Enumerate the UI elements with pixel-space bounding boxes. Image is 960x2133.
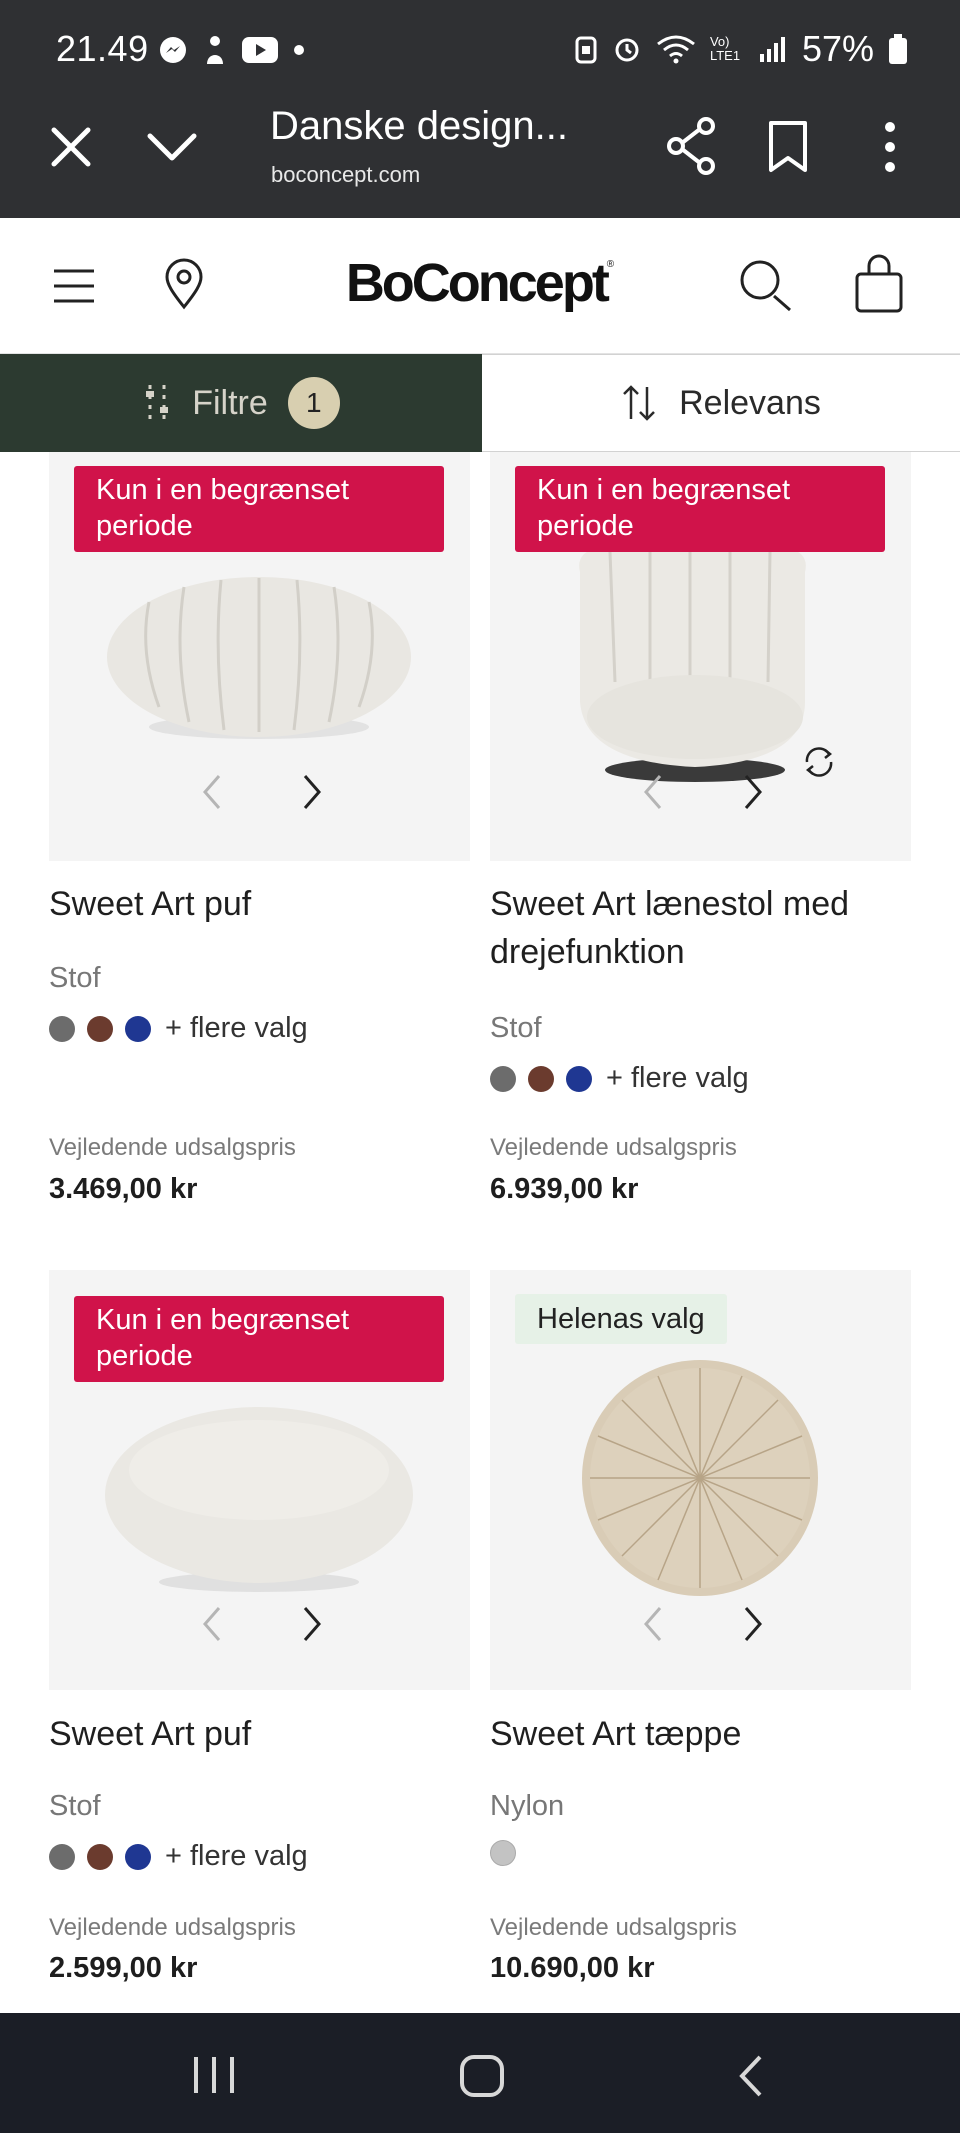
product-material: Stof (49, 1790, 101, 1822)
messenger-icon (160, 37, 186, 63)
carousel-prev-icon[interactable] (197, 1602, 227, 1646)
product-price: 10.690,00 kr (490, 1952, 655, 1984)
badge-limited: Kun i en begrænset periode (515, 466, 885, 552)
carousel-prev-icon[interactable] (197, 770, 227, 814)
page-title[interactable]: Danske design... (270, 104, 568, 149)
status-time: 21.49 (56, 28, 149, 69)
more-options-label[interactable]: + flere valg (165, 1012, 308, 1045)
sort-button[interactable]: Relevans (482, 354, 960, 452)
product-image[interactable]: Kun i en begrænset periode (49, 452, 470, 861)
search-icon[interactable] (738, 258, 794, 314)
carousel-next-icon[interactable] (738, 770, 768, 814)
product-image[interactable]: Kun i en begrænset periode (490, 452, 911, 861)
filter-button[interactable]: Filtre 1 (0, 354, 482, 452)
brand-logo-text: BoConcept (345, 253, 610, 313)
wifi-icon (657, 35, 695, 64)
swatch-brown[interactable] (87, 1015, 113, 1042)
brand-logo[interactable]: BoConcept® (0, 252, 960, 314)
carousel-next-icon[interactable] (297, 1602, 327, 1646)
site-header: BoConcept® (0, 218, 960, 354)
swatch-grey[interactable] (49, 1015, 75, 1042)
product-image[interactable]: Helenas valg (490, 1270, 911, 1690)
rotate-360-icon[interactable] (801, 744, 837, 780)
carousel-next-icon[interactable] (738, 1602, 768, 1646)
price-label: Vejledende udsalgspris (49, 1914, 296, 1941)
product-price: 3.469,00 kr (49, 1173, 198, 1205)
network-label: Vo) LTE1 (709, 34, 741, 63)
product-name[interactable]: Sweet Art lænestol med drejefunktion (490, 880, 911, 976)
swatch-brown[interactable] (528, 1065, 554, 1092)
tracking-app-icon (207, 36, 223, 64)
product-material: Stof (49, 962, 101, 994)
product-image[interactable]: Kun i en begrænset periode (49, 1270, 470, 1690)
shopping-bag-icon[interactable] (854, 254, 904, 314)
swatch-grey[interactable] (490, 1065, 516, 1092)
status-bar: 21.49 Vo) LTE1 57% (0, 0, 960, 100)
browser-toolbar: Danske design... boconcept.com (0, 100, 960, 218)
filter-sliders-icon (146, 385, 169, 421)
badge-editors-pick: Helenas valg (515, 1294, 727, 1344)
share-icon[interactable] (664, 116, 718, 176)
color-swatches[interactable]: + flere valg (490, 1062, 749, 1095)
chevron-down-icon[interactable] (144, 122, 200, 172)
swatch-blue[interactable] (125, 1843, 151, 1870)
filter-label: Filtre (192, 383, 268, 422)
alarm-icon (615, 38, 639, 62)
system-nav-bar (0, 2013, 960, 2133)
back-icon[interactable] (736, 2053, 766, 2099)
battery-percent: 57% (801, 28, 874, 69)
swatch-light-grey[interactable] (490, 1840, 516, 1866)
product-name[interactable]: Sweet Art puf (49, 1710, 251, 1758)
more-options-label[interactable]: + flere valg (606, 1062, 749, 1095)
lock-battery-icon (575, 36, 597, 64)
price-label: Vejledende udsalgspris (490, 1914, 737, 1941)
recent-apps-icon[interactable] (190, 2055, 238, 2095)
bookmark-icon[interactable] (766, 120, 810, 174)
sort-label: Relevans (679, 383, 821, 422)
carousel-prev-icon[interactable] (638, 1602, 668, 1646)
filter-count-badge: 1 (287, 377, 340, 429)
color-swatches[interactable]: + flere valg (49, 1840, 308, 1873)
product-price: 2.599,00 kr (49, 1952, 198, 1984)
product-price: 6.939,00 kr (490, 1173, 639, 1205)
battery-icon (889, 34, 907, 64)
product-material: Stof (490, 1012, 542, 1044)
product-name[interactable]: Sweet Art puf (49, 880, 251, 928)
home-icon[interactable] (458, 2053, 506, 2099)
price-label: Vejledende udsalgspris (490, 1134, 737, 1161)
notification-icons (158, 34, 306, 66)
filter-sort-bar: Filtre 1 Relevans (0, 354, 960, 452)
price-label: Vejledende udsalgspris (49, 1134, 296, 1161)
system-icons: Vo) LTE1 57% (574, 28, 908, 70)
product-name[interactable]: Sweet Art tæppe (490, 1710, 741, 1758)
swatch-brown[interactable] (87, 1843, 113, 1870)
badge-limited: Kun i en begrænset periode (74, 1296, 444, 1382)
product-material: Nylon (490, 1790, 565, 1822)
youtube-icon (242, 37, 278, 63)
carousel-prev-icon[interactable] (638, 770, 668, 814)
badge-limited: Kun i en begrænset periode (74, 466, 444, 552)
close-icon[interactable] (46, 122, 96, 172)
signal-icon (759, 37, 785, 62)
dot-icon (294, 45, 304, 55)
color-swatches[interactable]: + flere valg (49, 1012, 308, 1045)
page-url[interactable]: boconcept.com (271, 162, 420, 188)
more-options-icon[interactable] (876, 120, 904, 174)
sort-arrows-icon (623, 385, 656, 421)
swatch-blue[interactable] (125, 1015, 151, 1042)
color-swatches[interactable] (490, 1840, 516, 1866)
swatch-blue[interactable] (566, 1065, 592, 1092)
swatch-grey[interactable] (49, 1843, 75, 1870)
carousel-next-icon[interactable] (297, 770, 327, 814)
more-options-label[interactable]: + flere valg (165, 1840, 308, 1873)
